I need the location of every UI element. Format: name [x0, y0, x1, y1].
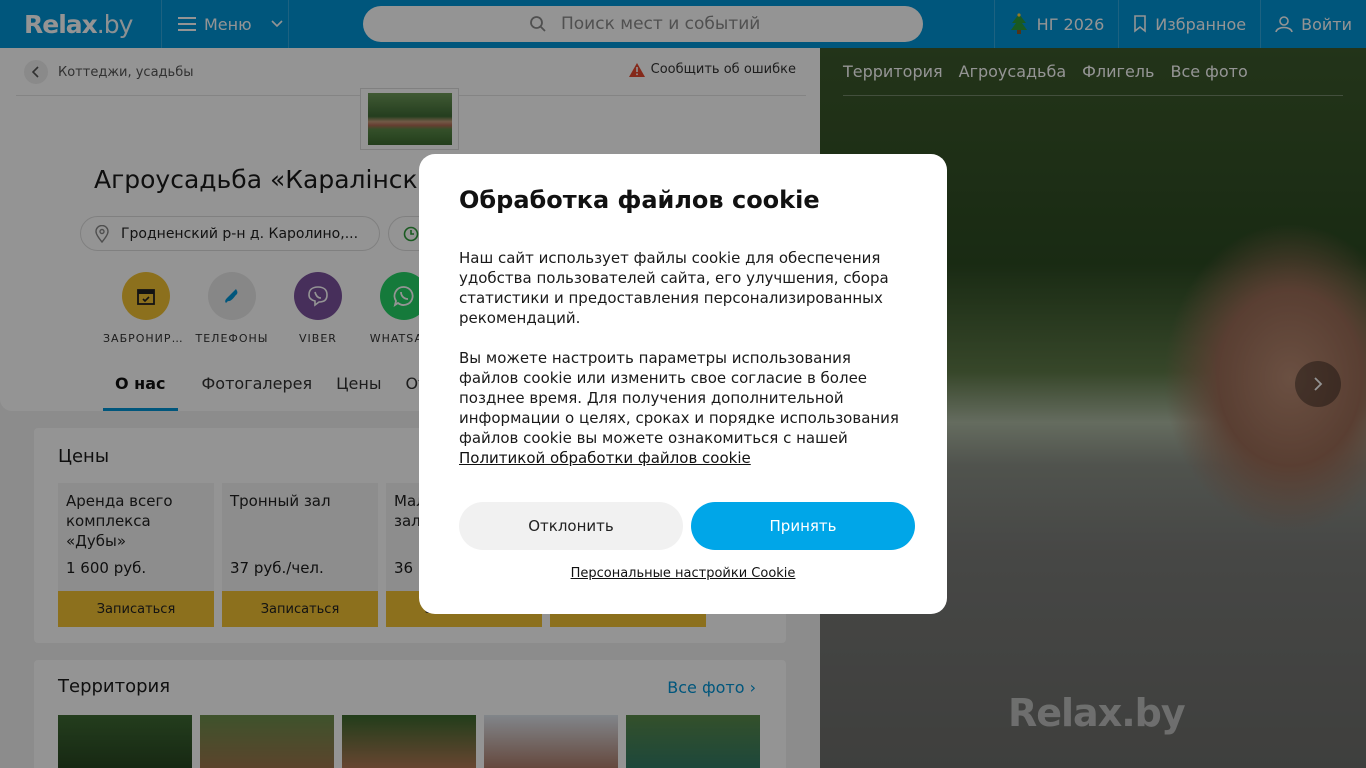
personal-settings: Персональные настройки Cookie	[419, 566, 947, 581]
cookie-consent-dialog: Обработка файлов cookie Наш сайт использ…	[419, 154, 947, 614]
cookie-settings-text: Вы можете настроить параметры использова…	[459, 349, 899, 447]
cookie-policy-link[interactable]: Политикой обработки файлов cookie	[459, 449, 751, 467]
decline-button[interactable]: Отклонить	[459, 502, 683, 550]
cookie-description: Наш сайт использует файлы cookie для обе…	[459, 249, 889, 327]
cookie-settings-description: Вы можете настроить параметры использова…	[459, 348, 907, 468]
accept-button[interactable]: Принять	[691, 502, 915, 550]
personal-cookie-settings-link[interactable]: Персональные настройки Cookie	[571, 566, 796, 581]
cookie-dialog-title: Обработка файлов cookie	[459, 186, 820, 214]
cookie-buttons: Отклонить Принять	[459, 502, 915, 550]
